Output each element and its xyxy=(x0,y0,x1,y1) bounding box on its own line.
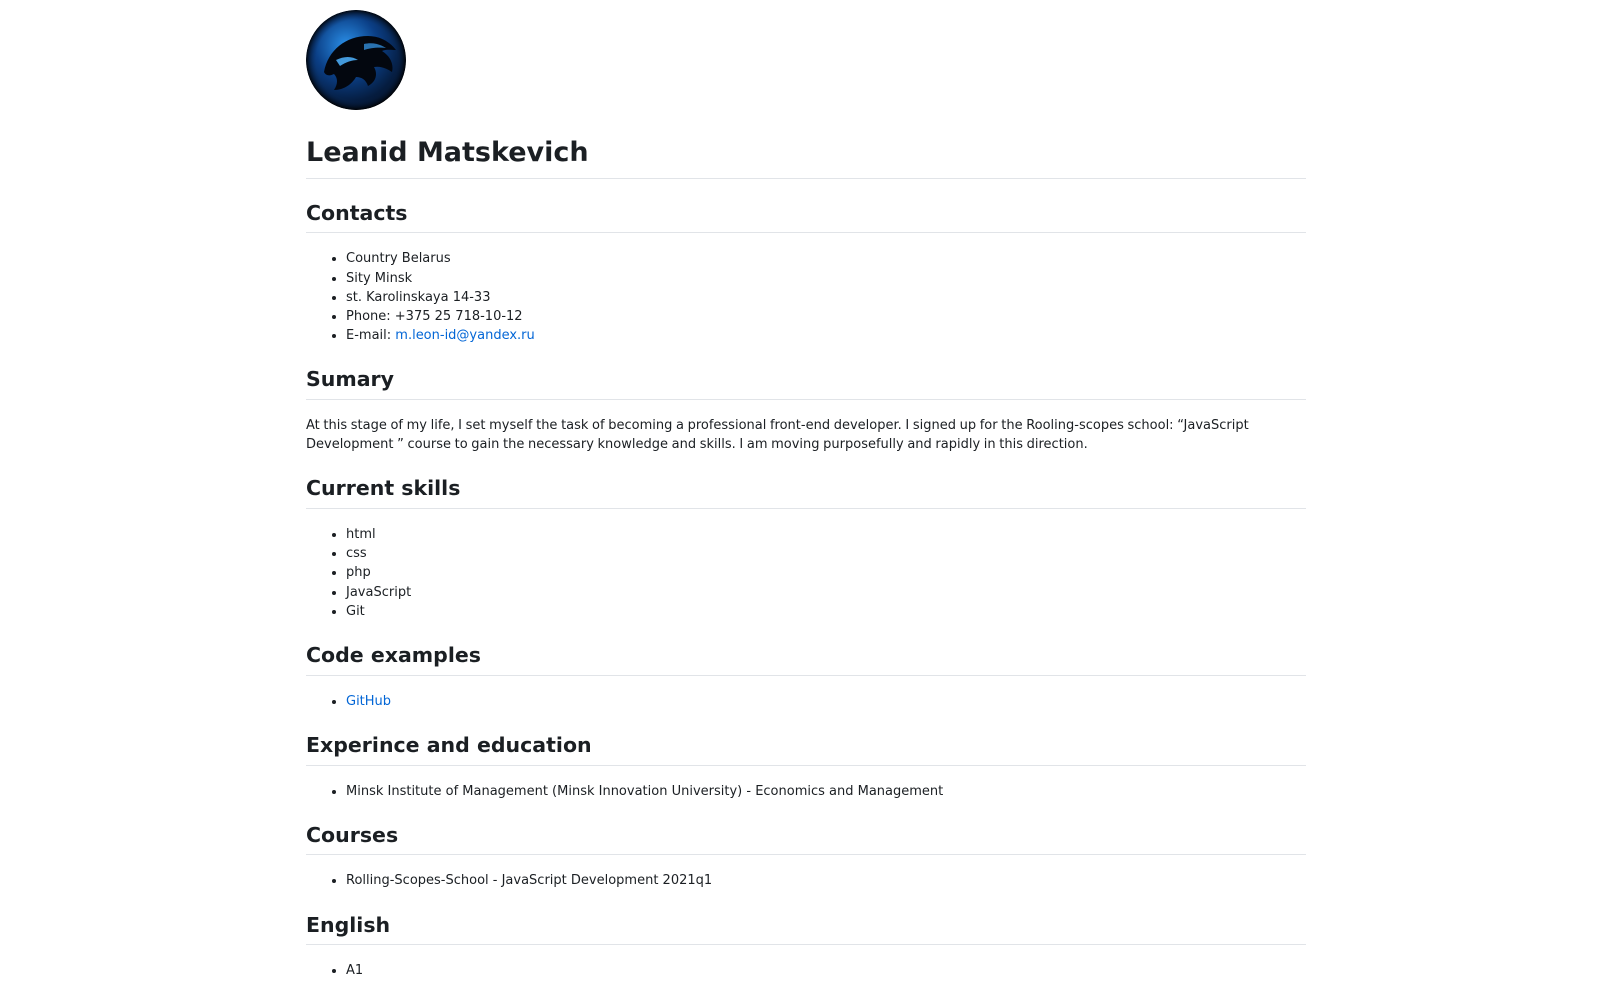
list-item: Git xyxy=(346,602,1306,621)
contact-country: Country Belarus xyxy=(346,249,1306,268)
code-examples-heading: Code examples xyxy=(306,643,1306,676)
list-item: html xyxy=(346,525,1306,544)
courses-heading: Courses xyxy=(306,823,1306,856)
contact-email: E-mail: m.leon-id@yandex.ru xyxy=(346,326,1306,345)
english-heading: English xyxy=(306,913,1306,946)
resume-content: Leanid Matskevich Contacts Country Belar… xyxy=(306,10,1306,980)
list-item: php xyxy=(346,563,1306,582)
list-item: JavaScript xyxy=(346,583,1306,602)
contacts-list: Country Belarus Sity Minsk st. Karolinsk… xyxy=(306,249,1306,345)
code-examples-list: GitHub xyxy=(306,692,1306,711)
email-link[interactable]: m.leon-id@yandex.ru xyxy=(395,328,534,343)
contacts-heading: Contacts xyxy=(306,201,1306,234)
page-title: Leanid Matskevich xyxy=(306,136,1306,179)
summary-text: At this stage of my life, I set myself t… xyxy=(306,418,1249,453)
list-item: css xyxy=(346,544,1306,563)
email-label: E-mail: xyxy=(346,328,396,344)
list-item: A1 xyxy=(346,961,1306,980)
contact-street: st. Karolinskaya 14-33 xyxy=(346,288,1306,307)
summary-heading: Sumary xyxy=(306,367,1306,401)
list-item: Rolling-Scopes-School - JavaScript Devel… xyxy=(346,871,1306,890)
page: Leanid Matskevich Contacts Country Belar… xyxy=(0,0,1600,989)
list-item: GitHub xyxy=(346,692,1306,711)
contact-city: Sity Minsk xyxy=(346,269,1306,288)
experience-heading: Experince and education xyxy=(306,733,1306,766)
panther-logo-icon xyxy=(306,10,406,110)
github-link[interactable]: GitHub xyxy=(346,694,391,709)
skills-list: html css php JavaScript Git xyxy=(306,525,1306,621)
courses-list: Rolling-Scopes-School - JavaScript Devel… xyxy=(306,871,1306,890)
experience-list: Minsk Institute of Management (Minsk Inn… xyxy=(306,782,1306,801)
skills-heading: Current skills xyxy=(306,476,1306,510)
contact-phone: Phone: +375 25 718-10-12 xyxy=(346,307,1306,326)
list-item: Minsk Institute of Management (Minsk Inn… xyxy=(346,782,1306,801)
english-list: A1 xyxy=(306,961,1306,980)
avatar xyxy=(306,10,406,110)
